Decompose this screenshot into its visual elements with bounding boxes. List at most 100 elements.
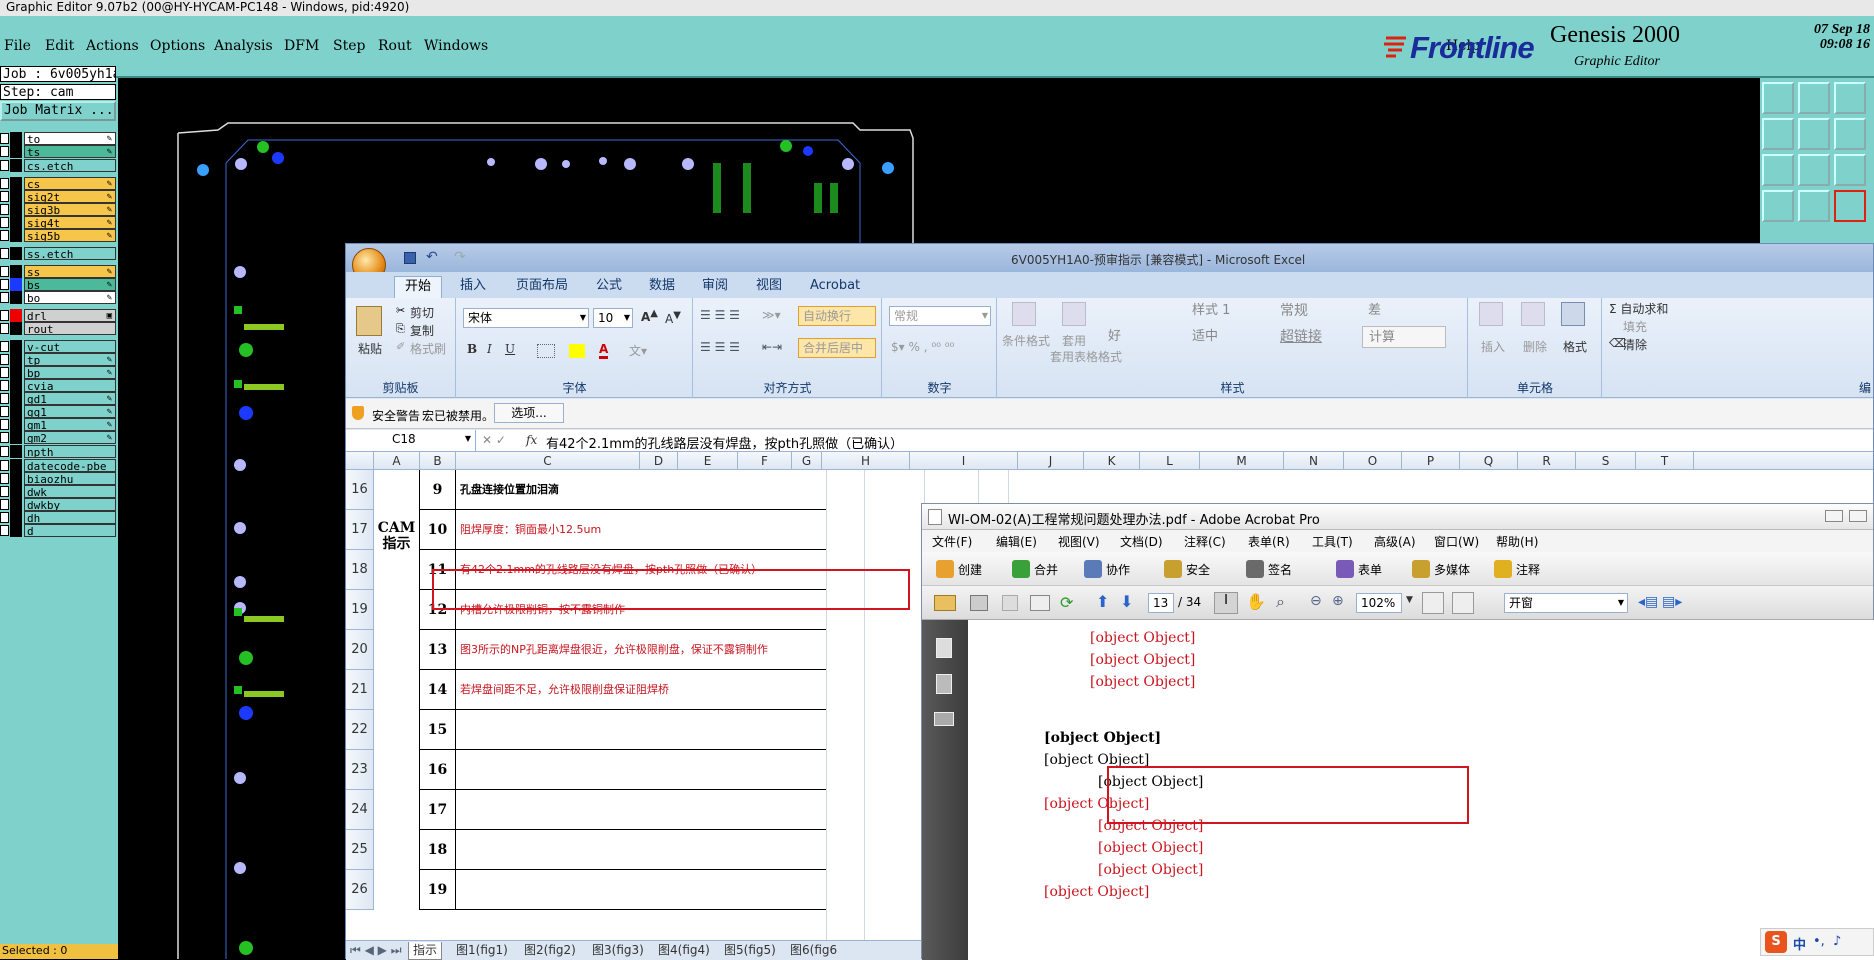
formula-cancel-icon[interactable]: ✕ ✓ — [482, 433, 506, 447]
layer-name[interactable]: sig2t ✎ — [24, 190, 116, 203]
ime-mode-icon[interactable]: 中 — [1793, 934, 1806, 953]
signatures-panel-icon[interactable] — [934, 712, 954, 726]
layer-row-cs[interactable]: cs ✎ — [0, 177, 116, 190]
column-header[interactable]: M — [1200, 452, 1284, 470]
layer-visibility-checkbox[interactable] — [0, 486, 9, 497]
layer-color-swatch[interactable] — [10, 353, 22, 366]
open-layer-icon[interactable] — [1762, 82, 1794, 114]
layer-name[interactable]: bp ✎ — [24, 366, 116, 379]
layer-name[interactable]: to ✎ — [24, 132, 116, 145]
row-header[interactable]: 18 — [346, 550, 374, 590]
layer-visibility-checkbox[interactable] — [0, 460, 9, 471]
options-button[interactable]: 选项... — [494, 403, 564, 423]
layer-color-swatch[interactable] — [10, 265, 22, 278]
cam-instruction-merged-cell[interactable]: CAM 指示 — [374, 470, 420, 910]
item-number-cell[interactable]: 9 — [420, 470, 456, 510]
item-number-cell[interactable]: 18 — [420, 830, 456, 870]
save-layer-icon[interactable] — [1798, 82, 1830, 114]
row-header[interactable]: 16 — [346, 470, 374, 510]
layer-visibility-checkbox[interactable] — [0, 230, 9, 241]
sheet-tab[interactable]: 指示 — [408, 942, 443, 960]
layer-row-dwkby[interactable]: dwkby — [0, 498, 116, 511]
font-color-icon[interactable]: A — [599, 342, 609, 359]
menu-rout[interactable]: Rout — [378, 38, 412, 54]
acrobat-menu-item[interactable]: 工具(T) — [1312, 533, 1353, 550]
print-icon[interactable] — [970, 595, 988, 611]
zoom-tool-icon[interactable]: ⌕ — [1276, 592, 1285, 612]
number-format-select[interactable]: 常规 ▼ — [889, 306, 991, 326]
zoom-in-icon[interactable]: ⊕ — [1332, 593, 1344, 609]
layer-row-rout[interactable]: rout — [0, 322, 116, 335]
column-header[interactable]: R — [1518, 452, 1576, 470]
format-painter-button[interactable]: 格式刷 — [410, 340, 446, 357]
layer-stack-icon[interactable] — [1834, 190, 1866, 222]
row-header[interactable]: 20 — [346, 630, 374, 670]
layer-row-bs[interactable]: bs ✎ — [0, 278, 116, 291]
layer-visibility-checkbox[interactable] — [0, 191, 9, 202]
hand-tool-icon[interactable]: ✋ — [1246, 592, 1266, 611]
column-header[interactable]: D — [640, 452, 678, 470]
ime-mic-icon[interactable]: ♪ — [1833, 934, 1841, 949]
row-header[interactable]: 26 — [346, 870, 374, 910]
select-all-corner[interactable] — [346, 452, 374, 470]
layer-name[interactable]: bo ✎ — [24, 291, 116, 304]
formula-input[interactable]: 有42个2.1mm的孔线路层没有焊盘，按pth孔照做（已确认） — [546, 433, 903, 452]
tab-acrobat[interactable]: Acrobat — [800, 276, 870, 298]
layer-visibility-checkbox[interactable] — [0, 512, 9, 523]
menu-step[interactable]: Step — [333, 38, 365, 54]
layer-visibility-checkbox[interactable] — [0, 266, 9, 277]
fill-color-icon[interactable] — [569, 344, 585, 358]
layer-name[interactable]: ss ✎ — [24, 265, 116, 278]
sheet-tab[interactable]: 图2(fig2) — [520, 942, 580, 960]
instruction-cell[interactable] — [456, 830, 826, 870]
table-format-button[interactable]: 套用 — [1062, 332, 1086, 349]
layer-name[interactable]: dwkby — [24, 498, 116, 511]
select-tool-icon[interactable]: I — [1214, 592, 1238, 614]
align-left-icon[interactable]: ☰ ☰ ☰ — [700, 340, 740, 354]
sogou-ime-icon[interactable]: S — [1765, 931, 1787, 953]
layer-name[interactable]: sig4t ✎ — [24, 216, 116, 229]
italic-icon[interactable]: I — [487, 342, 492, 356]
sheet-tab[interactable]: 图6(fig6 — [786, 942, 841, 960]
column-header[interactable]: Q — [1460, 452, 1518, 470]
tab-view[interactable]: 视图 — [746, 276, 792, 298]
layer-row-ss[interactable]: ss ✎ — [0, 265, 116, 278]
style-bad[interactable]: 差 — [1362, 300, 1452, 322]
layer-color-swatch[interactable] — [10, 366, 22, 379]
layer-color-swatch[interactable] — [10, 498, 22, 511]
delete-cells-button[interactable]: 删除 — [1523, 338, 1547, 355]
layer-color-swatch[interactable] — [10, 392, 22, 405]
layer-name[interactable]: bs ✎ — [24, 278, 116, 291]
fit-page-icon[interactable] — [1422, 592, 1444, 614]
layer-name[interactable]: gg1 ✎ — [24, 405, 116, 418]
layer-name[interactable]: sig3b ✎ — [24, 203, 116, 216]
layer-name[interactable]: rout — [24, 322, 116, 335]
layer-visibility-checkbox[interactable] — [0, 341, 9, 352]
next-page-icon[interactable]: ⬇ — [1120, 592, 1133, 611]
layer-row-biaozhu[interactable]: biaozhu — [0, 472, 116, 485]
find-next-icon[interactable]: ▤▸ — [1662, 594, 1682, 610]
column-header[interactable]: P — [1402, 452, 1460, 470]
sync-icon[interactable]: ⟳ — [1060, 593, 1073, 612]
sheet-nav-icons[interactable]: ⏮ ◀ ▶ ⏭ — [350, 943, 402, 958]
align-top-icon[interactable]: ☰ ☰ ☰ — [700, 308, 740, 322]
instruction-cell[interactable]: 若焊盘间距不足，允许极限削盘保证阻焊桥 — [456, 670, 826, 710]
layer-color-swatch[interactable] — [10, 229, 22, 242]
layer-color-swatch[interactable] — [10, 132, 22, 145]
layer-color-swatch[interactable] — [10, 340, 22, 353]
restore-button[interactable] — [1849, 510, 1867, 522]
tab-insert[interactable]: 插入 — [450, 276, 496, 298]
layer-name[interactable]: cvia — [24, 379, 116, 392]
phonetic-icon[interactable]: 文▾ — [629, 342, 647, 359]
layer-color-swatch[interactable] — [10, 247, 22, 260]
layer-color-swatch[interactable] — [10, 405, 22, 418]
find-input[interactable]: 开窗 ▼ — [1504, 593, 1628, 613]
column-header[interactable]: N — [1284, 452, 1344, 470]
menu-analysis[interactable]: Analysis — [214, 38, 273, 54]
delete-cells-icon[interactable] — [1521, 302, 1545, 326]
acrobat-menu-item[interactable]: 高级(A) — [1374, 533, 1416, 550]
item-number-cell[interactable]: 19 — [420, 870, 456, 910]
style-blank[interactable] — [1102, 300, 1192, 322]
menu-windows[interactable]: Windows — [424, 38, 488, 54]
minimize-button[interactable] — [1825, 510, 1843, 522]
